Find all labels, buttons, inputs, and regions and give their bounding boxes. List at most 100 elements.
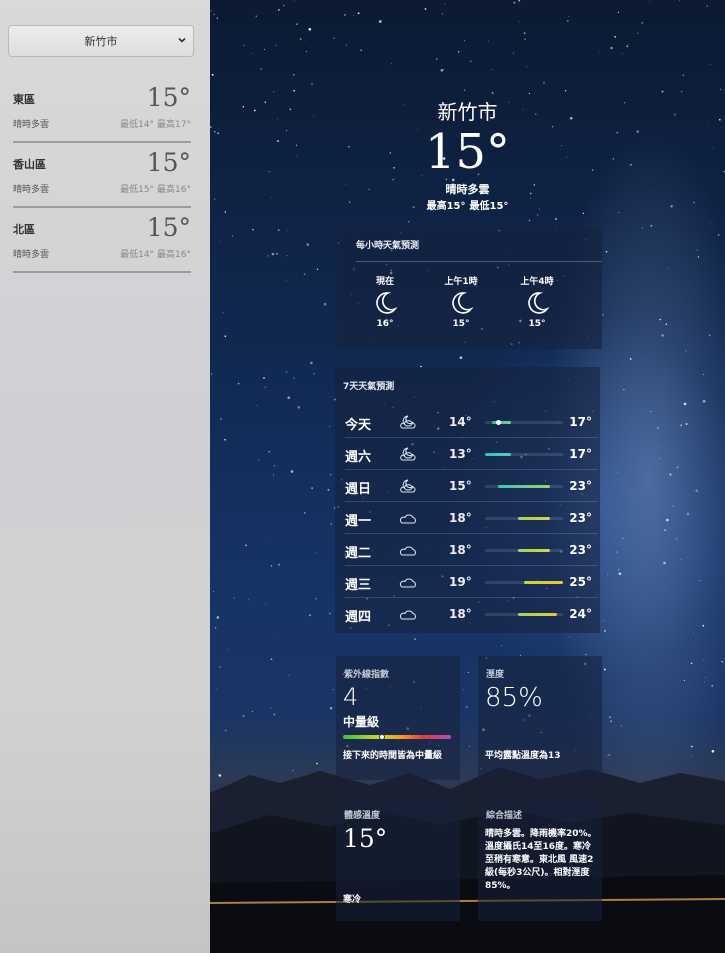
district-low: 最低14° [120, 120, 155, 130]
partly-cloudy-night-icon [400, 479, 416, 493]
district-name: 東區 [13, 93, 35, 106]
daily-row: 週日 15° 23° [345, 469, 598, 501]
divider [345, 565, 598, 566]
current-condition: 晴時多雲 [445, 183, 490, 196]
mountains-silhouette [210, 767, 725, 953]
day-name: 週六 [345, 450, 372, 465]
city-select[interactable]: 新竹市 [8, 25, 194, 57]
district-name: 北區 [13, 223, 35, 236]
district-temp: 15° [146, 83, 191, 112]
divider [345, 469, 598, 470]
hour-label: 現在 [375, 277, 394, 287]
uv-marker [379, 734, 386, 740]
district-high: 最高16° [157, 250, 191, 260]
moon-icon [452, 292, 474, 314]
city-select-value: 新竹市 [84, 35, 118, 48]
current-low: 最低15° [469, 201, 509, 212]
cloud-icon [399, 546, 416, 556]
district-item-north[interactable]: 北區 15° 晴時多雲 最低14° 最高16° [13, 213, 191, 273]
district-item-xiangshan[interactable]: 香山區 15° 晴時多雲 最低15° 最高16° [13, 148, 191, 208]
district-condition: 晴時多雲 [13, 185, 50, 195]
district-item-east[interactable]: 東區 15° 晴時多雲 最低14° 最高17° [13, 83, 191, 143]
summary-card: 綜合描述 晴時多雲。降雨機率20%。溫度攝氏14至16度。寒冷至稍有寒意。東北風… [478, 797, 602, 921]
divider [345, 597, 598, 598]
daily-row: 今天 14° 17° [345, 405, 598, 437]
divider [356, 261, 602, 262]
day-name: 週一 [345, 514, 372, 529]
hour-label: 上午4時 [520, 277, 554, 287]
daily-row: 週三 19° 25° [345, 565, 598, 597]
day-high: 17° [569, 447, 592, 461]
hour-label: 上午1時 [444, 277, 478, 287]
district-condition: 晴時多雲 [13, 250, 50, 260]
day-low: 19° [449, 575, 472, 589]
hourly-item: 現在 16° [360, 274, 410, 329]
temp-range-fill [517, 613, 557, 616]
daily-row: 週四 18° 24° [345, 597, 598, 629]
day-name: 週三 [345, 578, 372, 593]
hour-temp: 16° [376, 319, 394, 329]
day-low: 13° [449, 447, 472, 461]
temp-range-fill [517, 549, 550, 552]
summary-description: 晴時多雲。降雨機率20%。溫度攝氏14至16度。寒冷至稍有寒意。東北風 風速2級… [485, 829, 597, 891]
day-low: 15° [449, 479, 472, 493]
temp-range-fill [517, 517, 550, 520]
uv-scale-bar [343, 734, 451, 740]
district-condition: 晴時多雲 [13, 120, 50, 130]
current-high: 最高15° [426, 201, 466, 212]
divider [345, 501, 598, 502]
cloud-icon [399, 578, 416, 588]
district-low: 最低15° [120, 185, 155, 195]
district-range: 最低14° 最高17° [117, 117, 191, 130]
humidity-label: 溼度 [486, 670, 505, 680]
temp-range-track [485, 613, 563, 616]
moon-icon [528, 292, 550, 314]
feels-like-label: 體感溫度 [344, 811, 381, 821]
humidity-description: 平均露點溫度為13 [485, 751, 561, 761]
day-name: 今天 [345, 418, 372, 433]
day-high: 24° [569, 607, 592, 621]
district-high: 最高17° [157, 120, 191, 130]
temp-range-fill [491, 421, 511, 424]
daily-row: 週二 18° 23° [345, 533, 598, 565]
hourly-item: 上午1時 15° [436, 274, 486, 329]
hourly-strip[interactable]: 現在 16° 上午1時 15° 上午4時 15° 上 [347, 274, 602, 344]
hourly-forecast-panel: 每小時天氣預測 現在 16° 上午1時 15° 上午4時 15° 上 [337, 229, 602, 349]
uv-level: 中量級 [343, 715, 380, 729]
day-low: 18° [449, 607, 472, 621]
summary-label: 綜合描述 [486, 811, 523, 821]
daily-title: 7天天氣預測 [343, 382, 395, 392]
district-range: 最低15° 最高16° [117, 182, 191, 195]
district-low: 最低14° [120, 250, 155, 260]
divider [345, 533, 598, 534]
day-high: 17° [569, 415, 592, 429]
temp-range-fill [498, 485, 550, 488]
day-name: 週日 [345, 482, 372, 497]
temp-range-track [485, 549, 563, 552]
sidebar: 新竹市 東區 15° 晴時多雲 最低14° 最高17° 香山區 15° 晴時多雲 … [0, 0, 210, 953]
temp-range-track [485, 420, 563, 425]
day-high: 23° [569, 543, 592, 557]
uv-index-card: 紫外線指數 4 中量級 接下來的時間皆為中量級 [336, 656, 460, 780]
current-range: 最高15° 最低15° [210, 197, 725, 212]
day-low: 14° [449, 415, 472, 429]
district-high: 最高16° [157, 185, 191, 195]
partly-cloudy-night-icon [400, 447, 416, 461]
hourly-item: 上 [588, 274, 602, 287]
hourly-title: 每小時天氣預測 [356, 241, 420, 251]
district-name: 香山區 [13, 158, 46, 171]
temp-range-track [485, 485, 563, 488]
chevron-down-icon [178, 37, 186, 43]
day-name: 週二 [345, 546, 372, 561]
current-temp-marker [495, 420, 501, 425]
feels-like-card: 體感溫度 15° 寒冷 [336, 797, 460, 921]
temp-range-track [485, 517, 563, 520]
day-high: 25° [569, 575, 592, 589]
daily-forecast-panel: 7天天氣預測 今天 14° 17° 週六 13° 17° 週日 15° 23° 週一 18° 23° 週… [335, 367, 600, 633]
humidity-value: 85% [485, 683, 543, 713]
hour-temp: 15° [528, 319, 546, 329]
daily-row: 週六 13° 17° [345, 437, 598, 469]
moon-icon [376, 292, 398, 314]
temp-range-track [485, 453, 563, 456]
uv-label: 紫外線指數 [344, 670, 390, 680]
